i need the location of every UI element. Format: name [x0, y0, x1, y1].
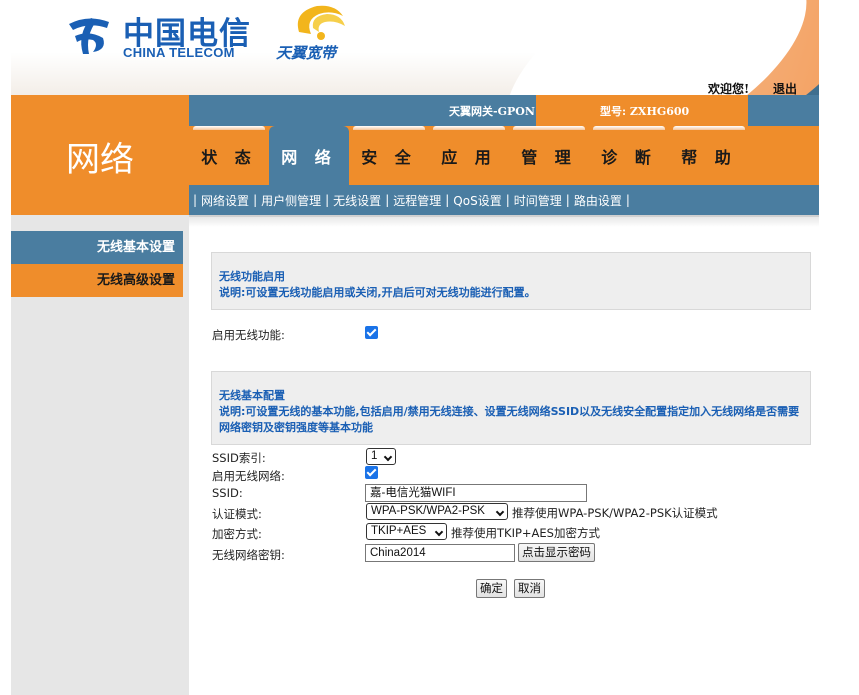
- sidebar-item-wireless-advanced[interactable]: 无线高级设置: [11, 264, 183, 297]
- divider: [189, 215, 819, 227]
- tab-management[interactable]: 管 理: [509, 126, 589, 185]
- auth-mode-hint: 推荐使用WPA-PSK/WPA2-PSK认证模式: [512, 506, 718, 520]
- logo-english-text: CHINA TELECOM: [123, 45, 235, 60]
- ssid-index-label: SSID索引:: [212, 451, 266, 465]
- main-tabs: 状 态 网 络 安 全 应 用 管 理 诊 断 帮 助: [189, 126, 819, 185]
- enable-wireless-label: 启用无线功能:: [212, 328, 285, 342]
- model-text: 型号: ZXHG600: [600, 105, 690, 118]
- encryption-value: TKIP+AES: [371, 525, 427, 537]
- china-telecom-logo-icon: [69, 18, 109, 54]
- left-sidebar: 无线基本设置 无线高级设置: [11, 215, 189, 695]
- wireless-basic-info-box: 无线基本配置 说明:可设置无线的基本功能,包括启用/禁用无线连接、设置无线网络S…: [211, 371, 811, 445]
- ssid-input[interactable]: 嘉-电信光猫WIFI: [365, 484, 587, 502]
- subnav-time[interactable]: 时间管理: [514, 192, 562, 209]
- tab-status[interactable]: 状 态: [189, 126, 269, 185]
- auth-mode-select[interactable]: WPA-PSK/WPA2-PSK: [366, 503, 508, 520]
- section-title: 网络: [66, 140, 134, 180]
- section-description: 说明:可设置无线的基本功能,包括启用/禁用无线连接、设置无线网络SSID以及无线…: [219, 405, 800, 434]
- ssid-label: SSID:: [212, 486, 243, 500]
- enable-wireless-checkbox[interactable]: [365, 326, 378, 339]
- section-description: 说明:可设置无线功能启用或关闭,开启后可对无线功能进行配置。: [219, 286, 536, 299]
- gateway-name: 天翼网关-GPON: [449, 105, 535, 118]
- tab-application[interactable]: 应 用: [429, 126, 509, 185]
- chevron-down-icon: [495, 507, 505, 517]
- enable-wlan-checkbox[interactable]: [365, 466, 378, 479]
- ok-button[interactable]: 确定: [476, 579, 507, 598]
- wireless-key-label: 无线网络密钥:: [212, 548, 285, 562]
- brand-text: 天翼宽带: [276, 44, 337, 62]
- wireless-key-input[interactable]: China2014: [365, 544, 515, 562]
- subnav-remote[interactable]: 远程管理: [393, 192, 441, 209]
- chevron-down-icon: [383, 452, 393, 462]
- ssid-index-select[interactable]: 1: [366, 448, 396, 465]
- wireless-enable-info-box: 无线功能启用 说明:可设置无线功能启用或关闭,开启后可对无线功能进行配置。: [211, 252, 811, 310]
- encryption-hint: 推荐使用TKIP+AES加密方式: [451, 526, 600, 540]
- tab-network[interactable]: 网 络: [269, 126, 349, 185]
- enable-wlan-label: 启用无线网络:: [212, 469, 285, 483]
- section-heading: 无线功能启用: [219, 270, 285, 283]
- encryption-select[interactable]: TKIP+AES: [366, 523, 447, 540]
- subnav-qos[interactable]: QoS设置: [453, 192, 501, 209]
- subnav-user-side[interactable]: 用户侧管理: [261, 192, 321, 209]
- cancel-button[interactable]: 取消: [514, 579, 545, 598]
- encryption-label: 加密方式:: [212, 527, 262, 541]
- subnav-routing[interactable]: 路由设置: [574, 192, 622, 209]
- tab-diagnostics[interactable]: 诊 断: [589, 126, 669, 185]
- tab-help[interactable]: 帮 助: [669, 126, 749, 185]
- auth-mode-value: WPA-PSK/WPA2-PSK: [371, 505, 485, 517]
- tianyi-brand-logo-icon: [297, 5, 345, 40]
- ssid-index-value: 1: [371, 450, 378, 462]
- section-heading: 无线基本配置: [219, 389, 285, 402]
- sidebar-item-wireless-basic[interactable]: 无线基本设置: [11, 231, 183, 264]
- auth-mode-label: 认证模式:: [212, 507, 262, 521]
- chevron-down-icon: [434, 527, 444, 537]
- show-password-button[interactable]: 点击显示密码: [518, 543, 595, 562]
- header-banner: 中国电信 CHINA TELECOM 天翼宽带: [11, 0, 819, 95]
- subnav-wireless[interactable]: 无线设置: [333, 192, 381, 209]
- tab-security[interactable]: 安 全: [349, 126, 429, 185]
- sub-navigation: | 网络设置 | 用户侧管理 | 无线设置 | 远程管理 | QoS设置 | 时…: [189, 185, 819, 215]
- subnav-network-settings[interactable]: 网络设置: [201, 192, 249, 209]
